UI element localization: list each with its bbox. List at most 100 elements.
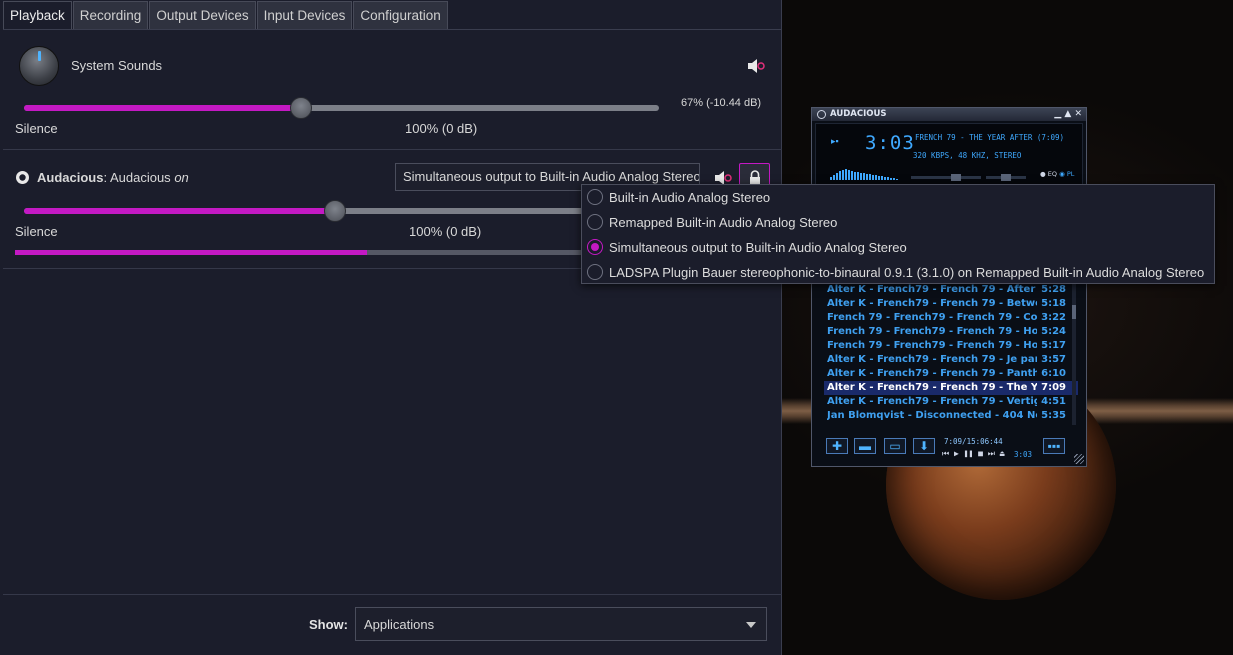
- remove-button[interactable]: ▬: [854, 438, 876, 454]
- volume-slider[interactable]: [911, 174, 981, 181]
- radio-button: [587, 214, 603, 230]
- show-filter-combo[interactable]: Applications: [355, 607, 767, 641]
- slider-fill: [24, 208, 335, 214]
- playlist-row[interactable]: Alter K - French79 - French 79 - Between…: [824, 297, 1078, 311]
- audacious-window: AUDACIOUS ▁ ▲ ✕ ▸▪ 3:03 FRENCH 79 - THE …: [811, 107, 1087, 467]
- track-duration: 3:57: [1041, 354, 1066, 365]
- list-menu-button[interactable]: ▪▪▪: [1043, 438, 1065, 454]
- stream-info: 320 KBPS, 48 KHZ, STEREO: [913, 151, 1022, 160]
- eq-pl-toggles: ● EQ ◉ PL: [1040, 170, 1074, 178]
- spectrum-visualizer: [830, 168, 900, 180]
- reference-volume-label: 100% (0 dB): [409, 224, 482, 239]
- track-duration: 5:24: [1041, 326, 1066, 337]
- track-title: Alter K - French79 - French 79 - Pantheo…: [827, 368, 1037, 379]
- system-sounds-volume-slider[interactable]: [24, 105, 659, 111]
- position-time: 3:03: [1014, 450, 1033, 459]
- tab-output-devices[interactable]: Output Devices: [149, 1, 256, 29]
- audacious-main-display: ▸▪ 3:03 FRENCH 79 - THE YEAR AFTER (7:09…: [815, 123, 1083, 185]
- show-filter-value: Applications: [364, 617, 435, 632]
- radio-button: [587, 264, 603, 280]
- playlist-toolbar: ✚ ▬ ▭ ⬇ 7:09/15:06:44 ⏮ ▶ ❚❚ ■ ⏭ ⏏ 3:03 …: [812, 430, 1086, 466]
- track-duration: 5:35: [1041, 410, 1066, 421]
- slider-fill: [24, 105, 301, 111]
- playlist-row[interactable]: Alter K - French79 - French 79 - After P…: [824, 283, 1078, 297]
- chevron-down-icon: [746, 622, 756, 628]
- show-label: Show:: [309, 617, 348, 632]
- radio-button-selected: [587, 239, 603, 255]
- tab-bar: Playback Recording Output Devices Input …: [3, 1, 449, 29]
- audacious-title: AUDACIOUS: [830, 109, 887, 119]
- playlist-row[interactable]: French 79 - French79 - French 79 - Hold …: [824, 325, 1078, 339]
- mini-transport-controls[interactable]: ⏮ ▶ ❚❚ ■ ⏭ ⏏: [942, 449, 1005, 459]
- output-device-dropdown: Built-in Audio Analog Stereo Remapped Bu…: [581, 184, 1215, 284]
- track-duration: 3:22: [1041, 312, 1066, 323]
- close-icon[interactable]: ✕: [1074, 109, 1082, 119]
- track-title: Alter K - French79 - French 79 - Vertigo: [827, 396, 1037, 407]
- tab-input-devices[interactable]: Input Devices: [256, 1, 353, 29]
- minimize-icon[interactable]: ▁: [1054, 109, 1061, 119]
- track-info-scroller: FRENCH 79 - THE YEAR AFTER (7:09): [915, 133, 1065, 142]
- window-controls: ▁ ▲ ✕: [1054, 108, 1082, 121]
- playlist-row[interactable]: Alter K - French79 - French 79 - The Yea…: [824, 381, 1078, 395]
- tab-divider: [3, 29, 781, 30]
- track-title: Alter K - French79 - French 79 - Between: [827, 298, 1037, 309]
- eq-toggle[interactable]: ● EQ: [1040, 170, 1057, 178]
- playlist-scrollbar[interactable]: [1072, 283, 1076, 425]
- balance-slider[interactable]: [986, 174, 1026, 181]
- stream-status: on: [174, 170, 189, 185]
- pl-toggle[interactable]: ◉ PL: [1059, 170, 1074, 178]
- elapsed-time[interactable]: 3:03: [865, 132, 915, 154]
- track-title: French 79 - French79 - French 79 - Hold …: [827, 326, 1037, 337]
- track-duration: 6:10: [1041, 368, 1066, 379]
- play-indicator-icon: ▸▪: [831, 136, 839, 146]
- device-option-label: Simultaneous output to Built-in Audio An…: [609, 240, 907, 255]
- tab-configuration[interactable]: Configuration: [353, 1, 448, 29]
- volume-control-window: Playback Recording Output Devices Input …: [0, 0, 782, 655]
- device-option-label: Remapped Built-in Audio Analog Stereo: [609, 215, 838, 230]
- device-option[interactable]: Built-in Audio Analog Stereo: [582, 185, 1214, 210]
- track-duration: 4:51: [1041, 396, 1066, 407]
- system-sounds-volume-text: 67% (-10.44 dB): [681, 97, 762, 109]
- mute-toggle-icon[interactable]: [747, 58, 765, 74]
- playlist-row[interactable]: French 79 - French79 - French 79 - Code …: [824, 311, 1078, 325]
- track-duration: 5:28: [1041, 284, 1066, 295]
- total-time: 7:09/15:06:44: [944, 437, 1003, 446]
- device-option[interactable]: Simultaneous output to Built-in Audio An…: [582, 235, 1214, 260]
- device-option[interactable]: LADSPA Plugin Bauer stereophonic-to-bina…: [582, 260, 1214, 285]
- playlist-row[interactable]: Alter K - French79 - French 79 - Vertigo…: [824, 395, 1078, 409]
- stream-level-meter: [15, 250, 582, 255]
- playlist: Alter K - French79 - French 79 - After P…: [824, 283, 1078, 425]
- track-title: Alter K - French79 - French 79 - The Yea…: [827, 382, 1037, 393]
- track-title: French 79 - French79 - French 79 - Home: [827, 340, 1037, 351]
- audacious-logo-icon: [817, 110, 826, 119]
- resize-grip[interactable]: [1074, 454, 1084, 464]
- silence-label: Silence: [15, 224, 58, 239]
- track-title: Jan Blomqvist - Disconnected - 404 Not F…: [827, 410, 1037, 421]
- section-divider: [3, 149, 782, 150]
- device-option[interactable]: Remapped Built-in Audio Analog Stereo: [582, 210, 1214, 235]
- stream-volume-slider[interactable]: [24, 208, 584, 214]
- playlist-row[interactable]: Alter K - French79 - French 79 - Pantheo…: [824, 367, 1078, 381]
- playlist-row[interactable]: Jan Blomqvist - Disconnected - 404 Not F…: [824, 409, 1078, 423]
- system-sounds-label: System Sounds: [71, 58, 163, 73]
- track-title: French 79 - French79 - French 79 - Code …: [827, 312, 1037, 323]
- playlist-row[interactable]: Alter K - French79 - French 79 - Je parl…: [824, 353, 1078, 367]
- reference-volume-label: 100% (0 dB): [405, 121, 478, 136]
- level-meter-fill: [15, 250, 367, 255]
- track-title: Alter K - French79 - French 79 - After P…: [827, 284, 1037, 295]
- playlist-row[interactable]: French 79 - French79 - French 79 - Home 5…: [824, 339, 1078, 353]
- audacious-titlebar[interactable]: AUDACIOUS ▁ ▲ ✕: [812, 108, 1086, 121]
- lock-icon: [750, 170, 760, 184]
- track-duration: 5:17: [1041, 340, 1066, 351]
- footer-divider: [3, 594, 782, 595]
- shade-icon[interactable]: ▲: [1064, 109, 1071, 119]
- system-sounds-slider-handle[interactable]: [290, 97, 312, 119]
- select-button[interactable]: ▭: [884, 438, 906, 454]
- stream-slider-handle[interactable]: [324, 200, 346, 222]
- tab-recording[interactable]: Recording: [72, 1, 149, 29]
- add-button[interactable]: ✚: [826, 438, 848, 454]
- silence-label: Silence: [15, 121, 58, 136]
- tab-playback[interactable]: Playback: [3, 1, 72, 29]
- misc-button[interactable]: ⬇: [913, 438, 935, 454]
- stream-title: Audacious: Audacious on: [37, 170, 189, 185]
